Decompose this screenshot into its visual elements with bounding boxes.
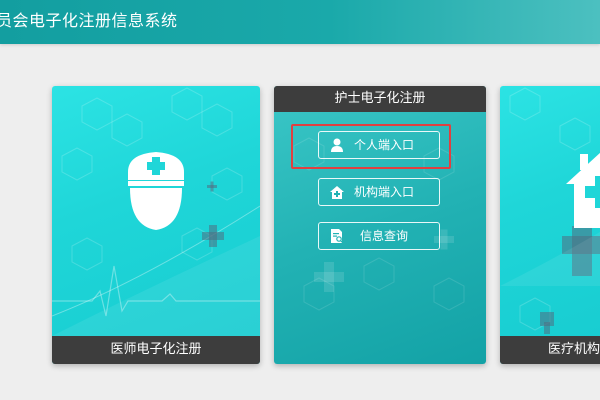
doctor-registration-card[interactable]: 医师电子化注册 [52,86,260,364]
info-query-label: 信息查询 [359,229,408,243]
info-query-button[interactable]: 信息查询 [318,222,440,250]
medical-institution-card[interactable]: 医疗机构电 [500,86,600,364]
org-card-label[interactable]: 医疗机构电 [500,336,600,364]
institution-entry-button[interactable]: 机构端入口 [318,178,440,206]
doctor-card-label[interactable]: 医师电子化注册 [52,336,260,364]
selection-highlight-box [291,124,451,169]
hospital-house-icon [566,152,600,228]
system-title: 员会电子化注册信息系统 [0,11,178,30]
institution-entry-label: 机构端入口 [353,185,414,199]
doctor-head-icon [128,152,184,230]
nurse-card-title: 护士电子化注册 [274,86,486,112]
top-header-bar: 员会电子化注册信息系统 [0,0,600,44]
